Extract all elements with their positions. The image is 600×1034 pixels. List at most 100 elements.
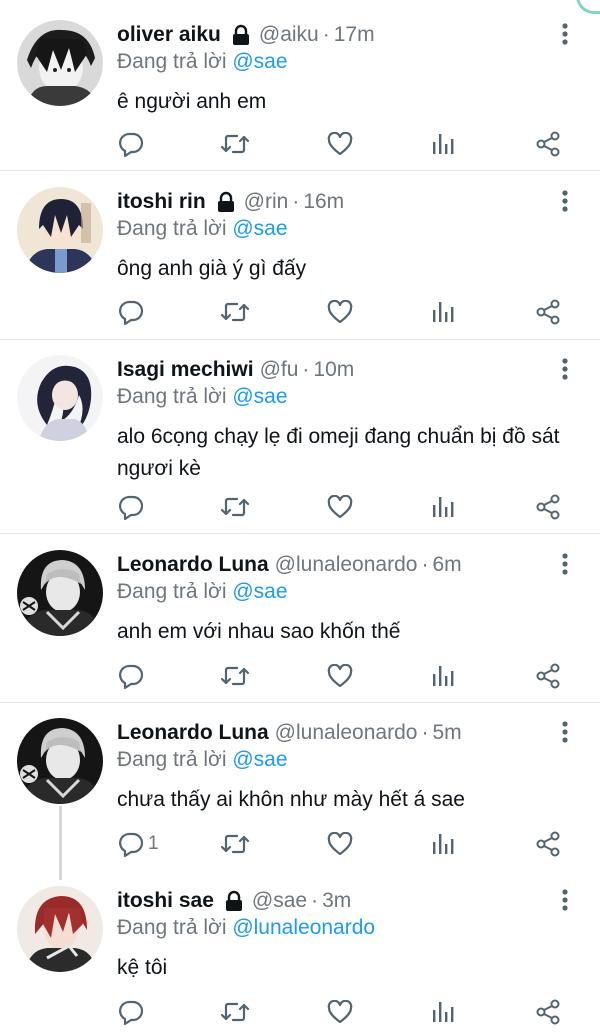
- avatar[interactable]: [17, 355, 103, 441]
- retweet-button[interactable]: [220, 660, 250, 692]
- handle[interactable]: @lunaleonardo: [275, 553, 418, 577]
- handle[interactable]: @fu: [260, 358, 299, 382]
- more-vertical-icon[interactable]: [552, 720, 578, 746]
- like-button[interactable]: [327, 828, 353, 860]
- like-icon: [327, 1000, 353, 1024]
- share-button[interactable]: [535, 996, 561, 1028]
- reply-mention[interactable]: @sae: [232, 580, 287, 603]
- share-button[interactable]: [535, 491, 561, 523]
- replying-to: Đang trả lời @sae: [117, 580, 288, 604]
- analytics-button[interactable]: [432, 128, 454, 160]
- analytics-icon: [432, 300, 454, 324]
- reply-button[interactable]: [118, 128, 148, 160]
- timestamp[interactable]: 5m: [432, 721, 461, 745]
- more-vertical-icon[interactable]: [552, 189, 578, 215]
- like-button[interactable]: [327, 491, 353, 523]
- tweet-text: ông anh già ý gì đấy: [117, 257, 307, 280]
- tweet-item[interactable]: itoshi rin @rin · 16m Đang trả lời @sae …: [0, 187, 600, 339]
- reply-mention[interactable]: @sae: [232, 385, 287, 408]
- tweet-actions: 1: [0, 828, 600, 860]
- avatar-image: [17, 355, 103, 441]
- analytics-button[interactable]: [432, 828, 454, 860]
- reply-button[interactable]: [118, 996, 148, 1028]
- reply-button[interactable]: [118, 491, 148, 523]
- avatar[interactable]: [17, 187, 103, 273]
- more-vertical-icon[interactable]: [552, 357, 578, 383]
- separator-dot: ·: [302, 358, 310, 381]
- share-button[interactable]: [535, 128, 561, 160]
- retweet-icon: [220, 999, 250, 1025]
- like-icon: [327, 300, 353, 324]
- more-vertical-icon[interactable]: [552, 552, 578, 578]
- share-button[interactable]: [535, 660, 561, 692]
- reply-mention[interactable]: @sae: [232, 50, 287, 73]
- analytics-button[interactable]: [432, 491, 454, 523]
- reply-prefix: Đang trả lời: [117, 748, 227, 771]
- timestamp[interactable]: 10m: [313, 358, 354, 382]
- like-icon: [327, 132, 353, 156]
- display-name[interactable]: Isagi mechiwi: [117, 358, 254, 382]
- share-icon: [535, 131, 561, 157]
- tweet-divider: [0, 170, 600, 171]
- like-button[interactable]: [327, 296, 353, 328]
- avatar[interactable]: [17, 550, 103, 636]
- share-button[interactable]: [535, 828, 561, 860]
- display-name[interactable]: Leonardo Luna: [117, 553, 269, 577]
- analytics-button[interactable]: [432, 996, 454, 1028]
- reply-button[interactable]: [118, 296, 148, 328]
- handle[interactable]: @lunaleonardo: [275, 721, 418, 745]
- display-name[interactable]: itoshi rin: [117, 190, 206, 214]
- retweet-button[interactable]: [220, 828, 250, 860]
- handle[interactable]: @rin: [244, 190, 289, 214]
- reply-button[interactable]: [118, 660, 148, 692]
- analytics-button[interactable]: [432, 296, 454, 328]
- scroll-edge-indicator: [576, 0, 600, 14]
- tweet-item[interactable]: oliver aiku @aiku · 17m Đang trả lời @sa…: [0, 20, 600, 170]
- tweet-item[interactable]: Isagi mechiwi @fu · 10m Đang trả lời @sa…: [0, 355, 600, 533]
- tweet-text: alo 6cọng chạy lẹ đi omeji đang chuẩn bị…: [117, 425, 560, 480]
- analytics-icon: [432, 1000, 454, 1024]
- more-vertical-icon[interactable]: [552, 888, 578, 914]
- reply-button[interactable]: 1: [118, 828, 159, 860]
- tweet-header: Isagi mechiwi @fu · 10m: [117, 355, 354, 385]
- share-button[interactable]: [535, 296, 561, 328]
- more-vertical-icon[interactable]: [552, 22, 578, 48]
- tweet-divider: [0, 533, 600, 534]
- retweet-button[interactable]: [220, 128, 250, 160]
- separator-dot: ·: [421, 721, 429, 744]
- avatar[interactable]: [17, 718, 103, 804]
- reply-mention[interactable]: @sae: [232, 217, 287, 240]
- display-name[interactable]: itoshi sae: [117, 889, 214, 913]
- retweet-button[interactable]: [220, 296, 250, 328]
- tweet-header: Leonardo Luna @lunaleonardo · 5m: [117, 718, 462, 748]
- timestamp[interactable]: 17m: [334, 23, 375, 47]
- retweet-button[interactable]: [220, 996, 250, 1028]
- share-icon: [535, 299, 561, 325]
- tweet-text: chưa thấy ai khôn như mày hết á sae: [117, 788, 465, 811]
- display-name[interactable]: oliver aiku: [117, 23, 221, 47]
- tweet-item[interactable]: itoshi sae @sae · 3m Đang trả lời @lunal…: [0, 886, 600, 1034]
- share-icon: [535, 999, 561, 1025]
- separator-dot: ·: [421, 553, 429, 576]
- like-button[interactable]: [327, 996, 353, 1028]
- tweet-item[interactable]: Leonardo Luna @lunaleonardo · 6m Đang tr…: [0, 550, 600, 702]
- avatar[interactable]: [17, 886, 103, 972]
- reply-mention[interactable]: @sae: [232, 748, 287, 771]
- handle[interactable]: @aiku: [259, 23, 319, 47]
- handle[interactable]: @sae: [252, 889, 307, 913]
- tweet-item[interactable]: Leonardo Luna @lunaleonardo · 5m Đang tr…: [0, 718, 600, 870]
- timestamp[interactable]: 16m: [303, 190, 344, 214]
- reply-prefix: Đang trả lời: [117, 50, 227, 73]
- display-name[interactable]: Leonardo Luna: [117, 721, 269, 745]
- replying-to: Đang trả lời @lunaleonardo: [117, 916, 375, 940]
- analytics-button[interactable]: [432, 660, 454, 692]
- like-icon: [327, 832, 353, 856]
- timestamp[interactable]: 6m: [432, 553, 461, 577]
- analytics-icon: [432, 664, 454, 688]
- like-button[interactable]: [327, 660, 353, 692]
- retweet-button[interactable]: [220, 491, 250, 523]
- like-button[interactable]: [327, 128, 353, 160]
- reply-mention[interactable]: @lunaleonardo: [232, 916, 375, 939]
- avatar[interactable]: [17, 20, 103, 106]
- timestamp[interactable]: 3m: [322, 889, 351, 913]
